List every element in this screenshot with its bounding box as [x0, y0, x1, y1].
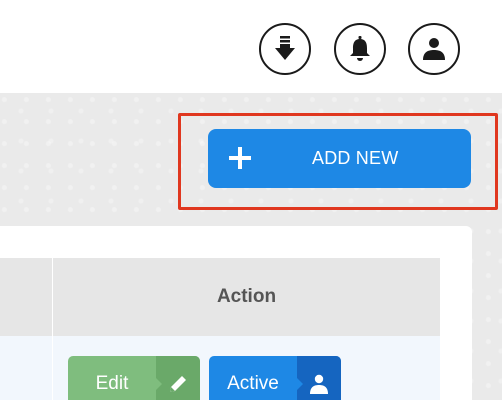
pencil-icon: [170, 376, 186, 392]
bell-icon: [350, 36, 370, 61]
status-icon-area: [297, 356, 341, 400]
edit-icon-area: [156, 356, 200, 400]
edit-button[interactable]: Edit: [68, 356, 200, 400]
add-new-button[interactable]: ADD NEW: [208, 129, 471, 188]
user-icon: [423, 38, 445, 60]
column-header-action: Action: [216, 286, 277, 307]
user-icon: [310, 374, 328, 394]
add-new-label: ADD NEW: [312, 148, 399, 168]
plus-icon: [229, 147, 251, 169]
edit-label: Edit: [95, 373, 129, 394]
profile-button[interactable]: [408, 23, 460, 75]
column-divider: [52, 336, 53, 400]
notifications-button[interactable]: [334, 23, 386, 75]
status-label: Active: [227, 373, 279, 394]
download-icon: [275, 36, 295, 60]
status-active-button[interactable]: Active: [209, 356, 341, 400]
download-button[interactable]: [259, 23, 311, 75]
